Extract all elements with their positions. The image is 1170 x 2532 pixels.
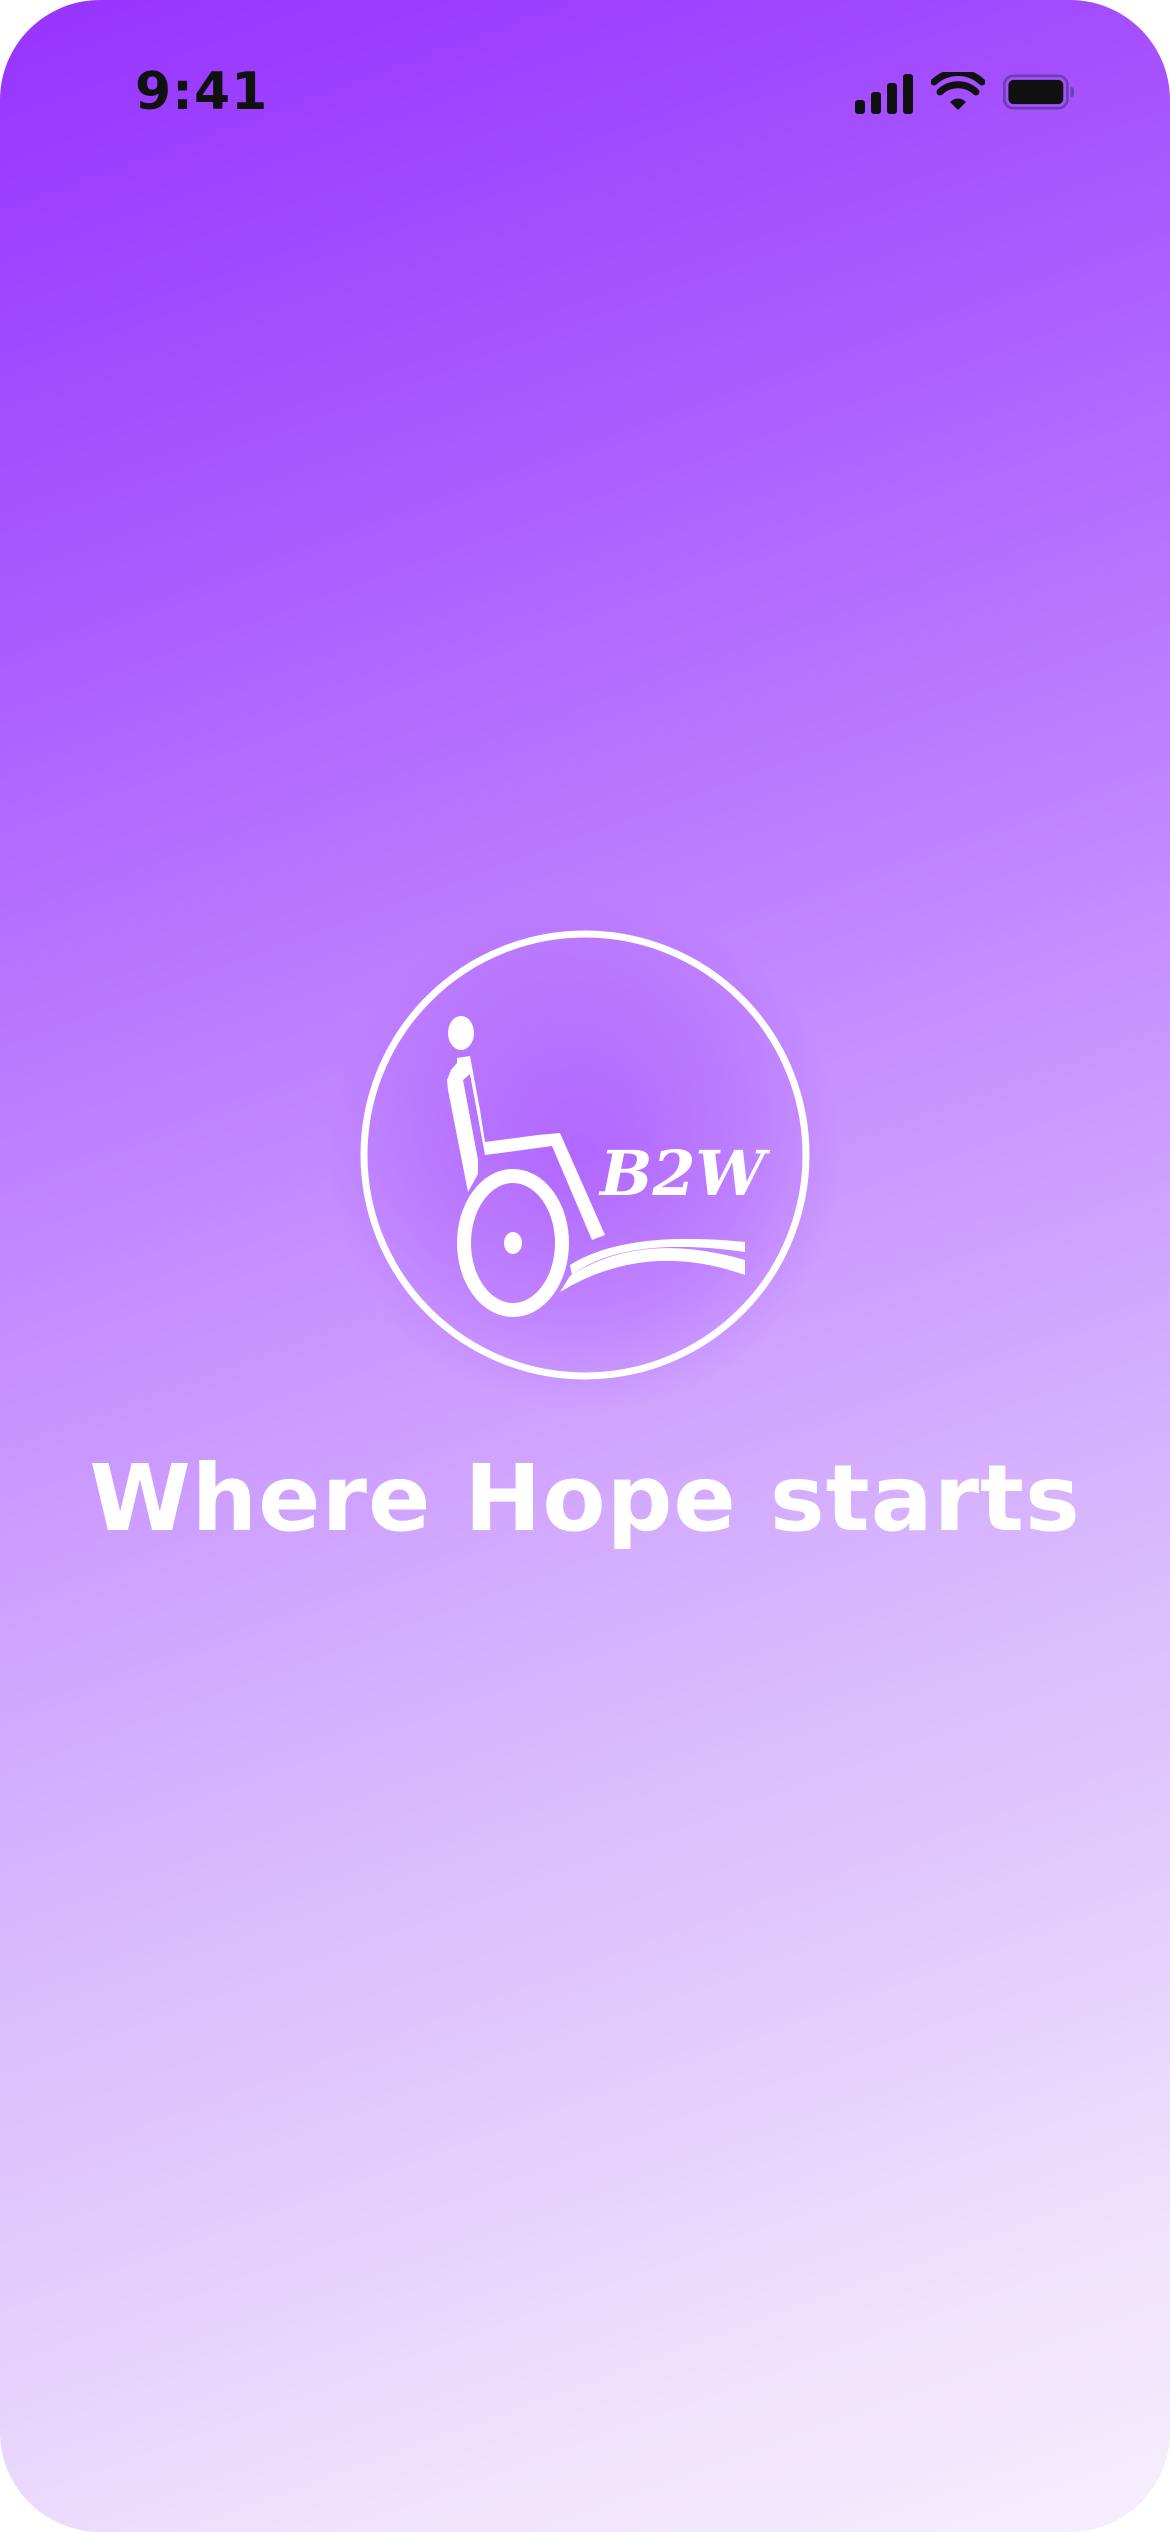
status-time: 9:41: [135, 62, 269, 122]
splash-screen: 9:41 B2W Where Hope starts: [0, 0, 1170, 2532]
wheelchair-logo-icon: B2W: [360, 930, 810, 1380]
logo-text: B2W: [598, 1137, 771, 1210]
signal-icon: [855, 70, 913, 114]
battery-icon: [1003, 74, 1075, 110]
status-bar: 9:41: [0, 0, 1170, 150]
wifi-icon: [931, 72, 985, 110]
status-icons: [855, 70, 1075, 114]
tagline: Where Hope starts: [89, 1445, 1081, 1552]
